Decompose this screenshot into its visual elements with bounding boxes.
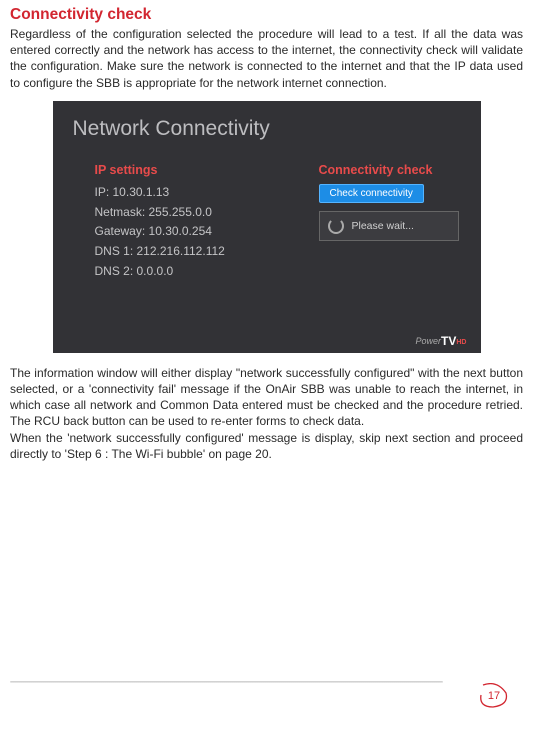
dns1-line: DNS 1: 212.216.112.112 <box>95 242 263 262</box>
spinner-icon <box>328 218 344 234</box>
dns2-line: DNS 2: 0.0.0.0 <box>95 262 263 282</box>
ip-settings-column: IP settings IP: 10.30.1.13 Netmask: 255.… <box>95 163 263 282</box>
netmask-line: Netmask: 255.255.0.0 <box>95 203 263 223</box>
connectivity-check-heading: Connectivity check <box>319 163 461 177</box>
ip-settings-heading: IP settings <box>95 163 263 177</box>
logo-tv: TV <box>441 334 456 348</box>
section-heading: Connectivity check <box>10 6 523 24</box>
logo-power: Power <box>416 336 442 346</box>
screenshot-title: Network Connectivity <box>73 117 461 141</box>
page-number-badge: 17 <box>479 683 509 709</box>
status-message: Please wait... <box>352 220 414 232</box>
status-message-box: Please wait... <box>319 211 459 241</box>
gateway-line: Gateway: 10.30.0.254 <box>95 222 263 242</box>
result-paragraph-2: When the 'network successfully configure… <box>10 430 523 462</box>
logo-hd: HD <box>456 339 466 346</box>
powertv-logo: PowerTVHD <box>416 333 467 347</box>
ip-line: IP: 10.30.1.13 <box>95 183 263 203</box>
connectivity-check-column: Connectivity check Check connectivity Pl… <box>319 163 461 282</box>
network-connectivity-screenshot: Network Connectivity IP settings IP: 10.… <box>53 101 481 353</box>
result-paragraph-1: The information window will either displ… <box>10 365 523 430</box>
check-connectivity-button[interactable]: Check connectivity <box>319 184 424 203</box>
page-number: 17 <box>488 690 500 702</box>
intro-paragraph: Regardless of the configuration selected… <box>10 26 523 91</box>
footer-rule <box>10 681 443 683</box>
